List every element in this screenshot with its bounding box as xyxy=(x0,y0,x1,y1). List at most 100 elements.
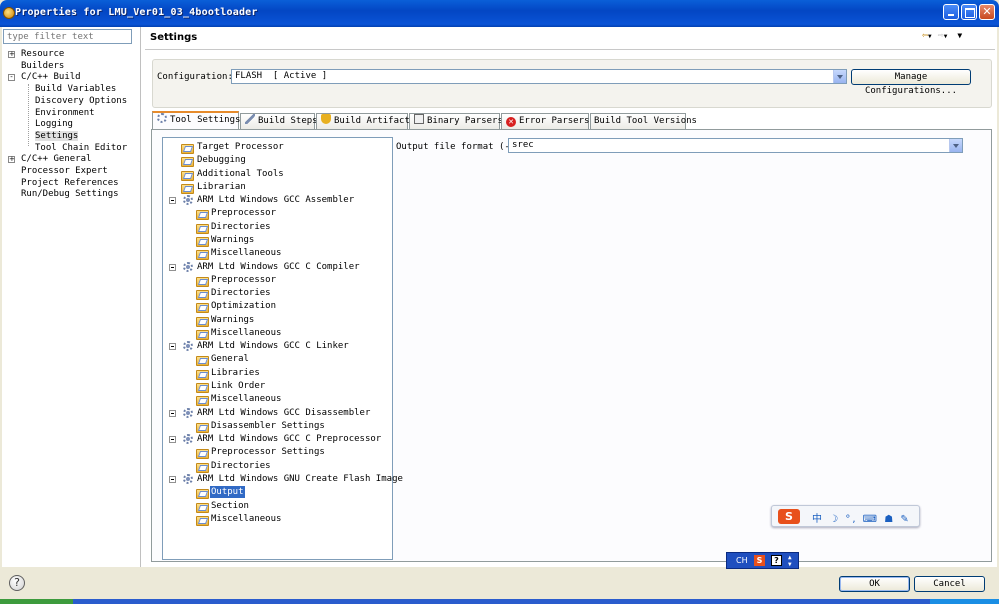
option-folder-icon xyxy=(196,355,209,367)
property-page-tree: + Resource Builders - C/C++ Build Build Varia… xyxy=(3,47,138,562)
collapse-icon[interactable]: - xyxy=(8,74,15,82)
output-format-combo[interactable]: srec xyxy=(508,138,963,153)
tree-item-label: ARM Ltd Windows GCC Assembler xyxy=(197,195,355,206)
option-folder-icon xyxy=(196,302,209,314)
option-folder-icon xyxy=(196,236,209,247)
expand-icon[interactable]: + xyxy=(8,51,15,58)
expand-icon[interactable]: + xyxy=(8,156,15,164)
sidebar-item[interactable]: Discovery Options xyxy=(35,96,127,107)
cancel-button[interactable]: Cancel xyxy=(914,576,985,592)
sidebar-item[interactable]: Builders xyxy=(21,61,64,72)
sidebar-item[interactable]: + C/C++ General xyxy=(8,154,91,165)
close-icon: ✕ xyxy=(982,5,992,18)
ime-status-icons[interactable]: 中 ☽ °, ⌨ ☗ ✎ xyxy=(812,510,911,525)
sidebar-item[interactable]: - C/C++ Build xyxy=(8,72,81,83)
manage-configurations-button[interactable]: Manage Configurations... xyxy=(851,69,971,96)
tab-build-artifact[interactable]: Build Artifact xyxy=(316,113,410,129)
option-folder-icon xyxy=(196,369,209,380)
tree-item-label: Directories xyxy=(211,221,271,232)
tree-item-label: Target Processor xyxy=(197,142,284,152)
tab-error-parsers[interactable]: ✕ Error Parsers xyxy=(501,113,589,129)
option-folder-icon xyxy=(196,276,209,287)
tree-item-label: Libraries xyxy=(211,367,260,378)
sidebar-item-label: Tool Chain Editor xyxy=(35,142,128,153)
sidebar-item[interactable]: Processor Expert xyxy=(21,166,108,177)
language-indicator[interactable]: CH xyxy=(736,556,748,565)
minimize-icon xyxy=(944,5,958,19)
filter-input[interactable] xyxy=(3,29,132,44)
tree-item-label: Preprocessor Settings xyxy=(211,447,325,458)
tool-settings-tree: Target Processor Debugging Additional Tool… xyxy=(162,137,403,560)
configuration-combo[interactable]: FLASH [ Active ] xyxy=(231,69,847,84)
collapse-icon[interactable] xyxy=(169,343,176,351)
tab-build-steps[interactable]: Build Steps xyxy=(240,113,318,129)
tree-item-label: Miscellaneous xyxy=(211,394,282,405)
chevron-down-icon[interactable] xyxy=(833,70,846,83)
option-folder-icon xyxy=(181,183,194,194)
system-tray xyxy=(930,599,999,604)
tree-item-label: Optimization xyxy=(211,301,277,312)
forward-dropdown-icon[interactable]: ▼ xyxy=(944,33,948,40)
view-menu-icon[interactable]: ▼ xyxy=(957,31,962,40)
error-icon: ✕ xyxy=(506,117,516,127)
sidebar-item-label: Project References xyxy=(21,177,119,188)
sogou-mini-icon[interactable]: S xyxy=(754,555,765,566)
tab-label: Build Steps xyxy=(258,116,318,126)
option-folder-icon xyxy=(196,329,209,340)
tool-gear-icon xyxy=(183,474,193,484)
collapse-icon[interactable] xyxy=(169,409,176,417)
back-dropdown-icon[interactable]: ▼ xyxy=(928,33,932,40)
tree-item-label: Debugging xyxy=(197,155,246,166)
chevron-down-icon[interactable] xyxy=(949,139,962,152)
tool-gear-icon xyxy=(183,341,193,352)
option-folder-icon xyxy=(196,502,209,513)
sidebar-item[interactable]: Project References xyxy=(21,178,119,189)
app-icon xyxy=(3,7,15,19)
title-bar: Properties for LMU_Ver01_03_4bootloader … xyxy=(0,0,999,27)
trophy-icon xyxy=(321,114,331,124)
pane-splitter[interactable] xyxy=(140,27,141,567)
taskbar xyxy=(0,599,999,604)
sidebar-item-label: Discovery Options xyxy=(35,95,128,106)
ime-arrows-icon[interactable]: ▲ ▼ xyxy=(788,554,792,568)
sidebar-item-label: Build Variables xyxy=(35,84,117,95)
collapse-icon[interactable] xyxy=(169,436,176,444)
window-title: Properties for LMU_Ver01_03_4bootloader xyxy=(15,7,258,18)
page-title: Settings xyxy=(150,32,198,43)
tree-item-label: Warnings xyxy=(211,234,255,245)
close-button[interactable]: ✕ xyxy=(979,4,995,20)
start-button[interactable] xyxy=(0,599,73,604)
sidebar-item[interactable]: Settings xyxy=(35,130,79,142)
option-folder-icon xyxy=(181,156,194,168)
sidebar-item-label: C/C++ Build xyxy=(21,72,81,83)
tool-gear-icon xyxy=(183,434,193,445)
sidebar-item[interactable]: Run/Debug Settings xyxy=(21,189,119,200)
tree-item-label: ARM Ltd Windows GCC C Linker xyxy=(197,341,349,352)
sidebar-item[interactable]: Build Variables xyxy=(35,84,116,95)
option-folder-icon xyxy=(196,289,209,301)
ok-button[interactable]: OK xyxy=(839,576,910,592)
collapse-icon[interactable] xyxy=(169,263,176,271)
help-mini-icon[interactable]: ? xyxy=(771,555,782,566)
ime-toolbar[interactable]: S 中 ☽ °, ⌨ ☗ ✎ xyxy=(771,505,920,527)
tree-item-label: General xyxy=(211,354,249,365)
collapse-icon[interactable] xyxy=(169,197,176,205)
maximize-button[interactable] xyxy=(961,4,977,20)
sidebar-item[interactable]: + Resource xyxy=(8,49,64,60)
sogou-logo-icon[interactable]: S xyxy=(778,509,800,524)
collapse-icon[interactable] xyxy=(169,476,176,483)
gear-icon xyxy=(157,113,167,123)
tree-item-label: ARM Ltd Windows GCC C Preprocessor xyxy=(197,434,382,445)
sidebar-item[interactable]: Tool Chain Editor xyxy=(35,143,127,154)
tab-tool-settings[interactable]: Tool Settings xyxy=(152,111,240,129)
minimize-button[interactable] xyxy=(943,4,959,20)
sidebar-item[interactable]: Environment xyxy=(35,108,95,119)
tab-label: Binary Parsers xyxy=(427,116,503,126)
ime-language-bar[interactable]: CH S ? ▲ ▼ xyxy=(726,552,799,569)
help-button[interactable]: ? xyxy=(9,575,25,591)
tree-item-label: ARM Ltd Windows GCC C Compiler xyxy=(197,261,360,272)
tab-build-tool-versions[interactable]: Build Tool Versions xyxy=(590,113,697,129)
sidebar-item[interactable]: Logging xyxy=(35,119,73,130)
output-format-label: Output file format (-O) xyxy=(396,142,521,152)
tab-binary-parsers[interactable]: Binary Parsers xyxy=(409,113,503,129)
